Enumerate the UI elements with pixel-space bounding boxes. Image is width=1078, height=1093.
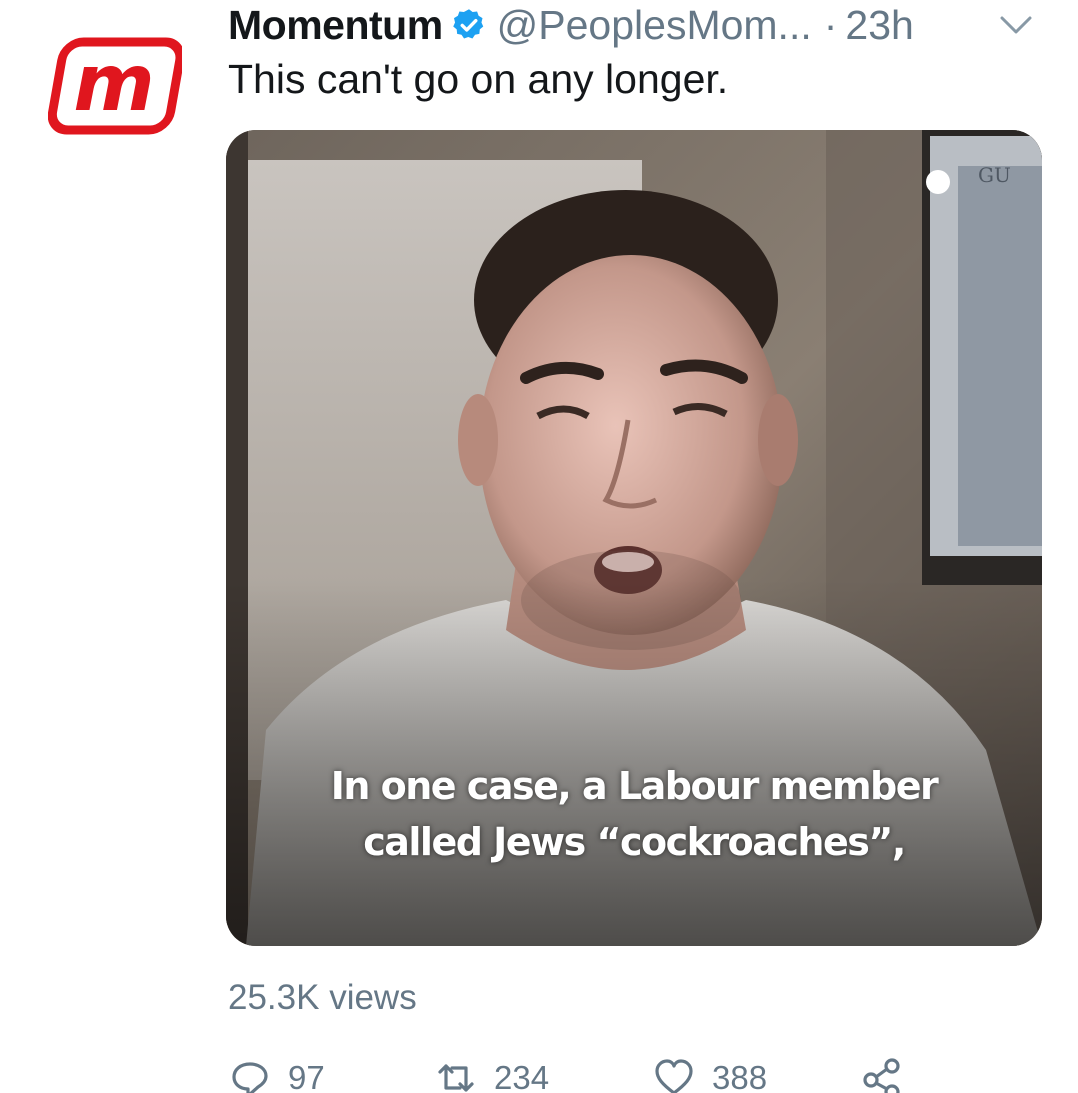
share-icon bbox=[863, 1058, 900, 1093]
reply-count: 97 bbox=[288, 1059, 325, 1093]
retweet-icon bbox=[438, 1064, 474, 1092]
retweet-count: 234 bbox=[494, 1059, 550, 1093]
user-handle[interactable]: @PeoplesMom... bbox=[497, 2, 812, 49]
display-name[interactable]: Momentum bbox=[228, 2, 443, 49]
reply-icon bbox=[232, 1062, 268, 1093]
timestamp[interactable]: 23h bbox=[845, 2, 913, 49]
reply-button[interactable]: 97 bbox=[230, 1058, 325, 1093]
chevron-down-icon[interactable] bbox=[996, 10, 1036, 38]
separator-dot: · bbox=[823, 1, 838, 48]
video-player[interactable]: GU In one bbox=[226, 130, 1042, 946]
caption-line: In one case, a Labour member bbox=[330, 764, 939, 808]
video-caption: In one case, a Labour member called Jews… bbox=[226, 758, 1042, 870]
retweet-button[interactable]: 234 bbox=[436, 1058, 549, 1093]
action-bar: 97 234 388 bbox=[230, 1058, 930, 1093]
tweet[interactable]: m Momentum @PeoplesMom... · 23h This can… bbox=[0, 0, 1078, 1093]
like-button[interactable]: 388 bbox=[654, 1058, 767, 1093]
tweet-header: Momentum @PeoplesMom... · 23h bbox=[228, 0, 914, 50]
avatar[interactable]: m bbox=[47, 36, 185, 136]
heart-icon bbox=[655, 1059, 693, 1093]
caption-line: called Jews “cockroaches”, bbox=[363, 820, 906, 864]
like-count: 388 bbox=[712, 1059, 768, 1093]
verified-badge-icon bbox=[452, 9, 483, 39]
view-count: 25.3K views bbox=[228, 978, 417, 1017]
share-button[interactable] bbox=[862, 1058, 920, 1093]
tweet-text: This can't go on any longer. bbox=[228, 56, 729, 102]
momentum-logo-icon: m bbox=[47, 37, 185, 135]
svg-text:m: m bbox=[73, 39, 154, 129]
